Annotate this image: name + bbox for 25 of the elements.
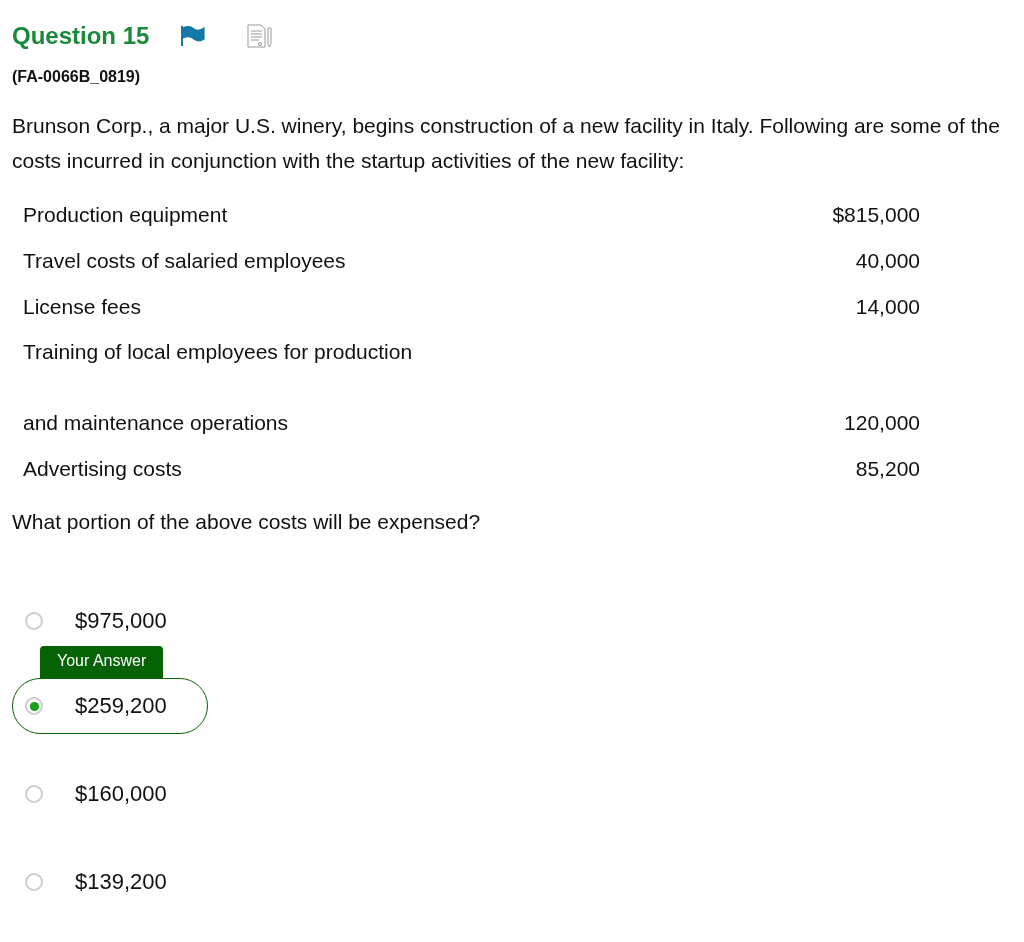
question-text: Brunson Corp., a major U.S. winery, begins construction of a new facility in Italy. Following are some of the costs incurred in conjunction with the startup activities of the new facility: bbox=[12, 113, 1001, 174]
answer-option[interactable]: $139,200 bbox=[12, 854, 208, 910]
cost-amount: 14,000 bbox=[855, 295, 920, 319]
cost-label: and maintenance operations bbox=[23, 411, 289, 435]
cost-label: Travel costs of salaried employees bbox=[23, 249, 346, 273]
radio-button[interactable] bbox=[25, 612, 43, 630]
answer-option[interactable]: $160,000 bbox=[12, 766, 208, 822]
cost-label: Advertising costs bbox=[23, 457, 182, 481]
radio-button[interactable] bbox=[25, 873, 43, 891]
radio-button[interactable] bbox=[25, 785, 43, 803]
radio-button[interactable] bbox=[25, 697, 43, 715]
answer-option[interactable]: $975,000 bbox=[12, 596, 208, 646]
question-code: (FA-0066B_0819) bbox=[12, 68, 142, 86]
your-answer-tag: Your Answer bbox=[40, 646, 164, 678]
cost-label: Training of local employees for production bbox=[23, 340, 413, 364]
flag-icon[interactable] bbox=[181, 26, 206, 46]
cost-label: Production equipment bbox=[23, 203, 228, 227]
question-title: Question 15 bbox=[12, 22, 150, 50]
notes-icon[interactable] bbox=[247, 24, 274, 48]
cost-amount: 85,200 bbox=[855, 457, 920, 481]
cost-amount: $815,000 bbox=[832, 203, 920, 227]
cost-amount: 120,000 bbox=[844, 411, 920, 435]
cost-label: License fees bbox=[23, 295, 141, 319]
cost-amount: 40,000 bbox=[855, 249, 920, 273]
question-prompt: What portion of the above costs will be expensed? bbox=[12, 510, 482, 534]
